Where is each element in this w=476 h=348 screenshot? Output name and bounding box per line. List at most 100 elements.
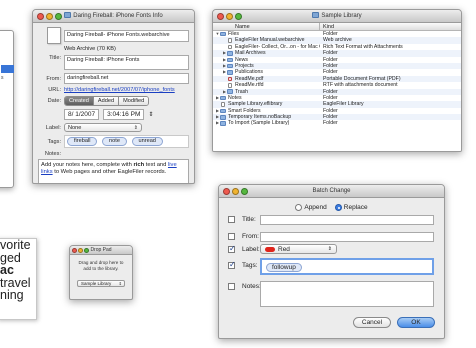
zoom-button[interactable] (235, 13, 242, 20)
window-controls (72, 248, 89, 253)
minimize-button[interactable] (232, 188, 239, 195)
tags-row: Tags: (219, 260, 258, 269)
tab-added[interactable]: Added (93, 97, 120, 105)
window-title: Daring Fireball: iPhone Fonts Info (73, 13, 163, 19)
popup-arrows-icon: ⇕ (133, 124, 138, 131)
drop-instructions: add to the library. (83, 266, 119, 271)
notes-field[interactable] (260, 281, 434, 307)
zoom-button[interactable] (84, 248, 89, 253)
close-button[interactable] (72, 248, 77, 253)
column-name[interactable]: Name (213, 23, 320, 30)
red-label-swatch (265, 246, 275, 252)
from-label: From: (46, 75, 61, 82)
label-label: Label: (45, 124, 61, 131)
notes-label: Notes: (44, 151, 61, 157)
library-titlebar[interactable]: Sample Library (213, 10, 461, 23)
filename-field[interactable]: Daring Fireball- iPhone Fonts.webarchive (64, 30, 189, 42)
window-title: Batch Change (312, 188, 351, 194)
tags-field[interactable]: fireball note unread (64, 135, 189, 148)
minimize-button[interactable] (46, 13, 53, 20)
label-row: Label: (219, 244, 260, 253)
window-title: Sample Library (321, 13, 362, 19)
label-label: Label: (242, 246, 260, 253)
selected-row[interactable] (1, 65, 14, 73)
tag-token[interactable]: followup (266, 263, 302, 272)
folder-icon (312, 12, 320, 18)
drop-zone[interactable]: Drag and drop here to add to the library… (70, 260, 132, 272)
radio-icon (295, 204, 303, 211)
time-field[interactable]: 3:04:16 PM (103, 109, 145, 120)
document-icon (228, 83, 232, 88)
replace-label: Replace (343, 204, 368, 211)
notes-editor[interactable]: Add your notes here, complete with rich … (38, 159, 189, 183)
file-icon (38, 27, 64, 45)
fragment-line: ning (0, 288, 24, 302)
zoom-button[interactable] (55, 13, 62, 20)
close-button[interactable] (217, 13, 224, 20)
date-field[interactable]: 8/ 1/2007 (64, 109, 100, 120)
info-titlebar[interactable]: Daring Fireball: iPhone Fonts Info (33, 10, 194, 23)
append-radio[interactable]: Append (295, 204, 327, 211)
file-list: ▼ Files Folder EagleFiler Manual.webarchive… (213, 31, 461, 151)
title-field[interactable] (260, 215, 434, 225)
library-popup-value: Sample Library (81, 281, 112, 286)
notes-text: text and (144, 162, 168, 168)
list-item[interactable]: ▶ To Import (Sample Library) Folder (213, 120, 461, 126)
column-kind[interactable]: Kind (320, 23, 334, 30)
notes-checkbox[interactable] (228, 283, 235, 290)
folder-icon (220, 108, 226, 114)
minimize-button[interactable] (226, 13, 233, 20)
title-row: Title: (219, 216, 257, 223)
title-checkbox[interactable] (228, 216, 235, 223)
zoom-button[interactable] (241, 188, 248, 195)
label-popup-value: None (68, 124, 82, 131)
notes-text: to Web pages and other EagleFiler record… (52, 169, 167, 175)
cancel-button[interactable]: Cancel (353, 317, 391, 328)
label-popup[interactable]: Red ⇕ (260, 244, 337, 254)
tag-token[interactable]: fireball (67, 137, 98, 146)
library-popup[interactable]: Sample Library ⇕ (77, 280, 125, 287)
url-link[interactable]: http://daringfireball.net/2007/07/iphone… (64, 87, 175, 93)
popup-arrows-icon: ⇕ (118, 281, 122, 286)
row-kind: Folder (323, 120, 338, 127)
label-popup[interactable]: None ⇕ (64, 123, 142, 132)
label-checkbox[interactable] (228, 244, 236, 253)
tag-token[interactable]: note (102, 137, 127, 146)
folder-icon (220, 31, 226, 37)
folder-icon (220, 95, 226, 101)
close-button[interactable] (37, 13, 44, 20)
folder-icon (227, 51, 233, 56)
document-icon (64, 12, 72, 18)
ok-button[interactable]: OK (397, 317, 435, 328)
info-window: Daring Fireball: iPhone Fonts Info Darin… (32, 9, 195, 184)
from-field[interactable] (260, 232, 434, 242)
tags-label: Tags: (242, 262, 258, 269)
window-title: Drop Pad (90, 247, 112, 253)
stepper-icon[interactable]: ⇕ (148, 111, 153, 118)
batch-titlebar[interactable]: Batch Change (219, 185, 444, 198)
title-field[interactable]: Daring Fireball: iPhone Fonts (64, 55, 189, 70)
close-button[interactable] (223, 188, 230, 195)
tags-field[interactable]: followup (260, 258, 434, 275)
notes-text: Add your notes here, complete with (41, 162, 134, 168)
tags-checkbox[interactable] (228, 260, 236, 269)
folder-icon (220, 115, 226, 120)
replace-radio[interactable]: Replace (334, 204, 368, 211)
minimize-button[interactable] (78, 248, 83, 253)
tags-label: Tags: (47, 138, 61, 145)
document-icon (228, 44, 232, 50)
tag-token[interactable]: unread (131, 137, 163, 146)
window-controls (37, 13, 62, 20)
date-label: Date: (47, 98, 61, 104)
from-field[interactable]: daringfireball.net (64, 73, 189, 84)
from-checkbox[interactable] (228, 233, 235, 240)
tab-modified[interactable]: Modified (119, 97, 149, 105)
tab-created[interactable]: Created (65, 97, 94, 105)
radio-selected-icon (334, 204, 342, 211)
pdf-icon (228, 76, 232, 82)
title-label: Title: (49, 55, 61, 61)
column-header: Name Kind (213, 23, 461, 31)
drop-pad-titlebar[interactable]: Drop Pad (70, 246, 132, 255)
from-label: From: (242, 233, 259, 240)
date-tabs: Created Added Modified (64, 96, 150, 106)
